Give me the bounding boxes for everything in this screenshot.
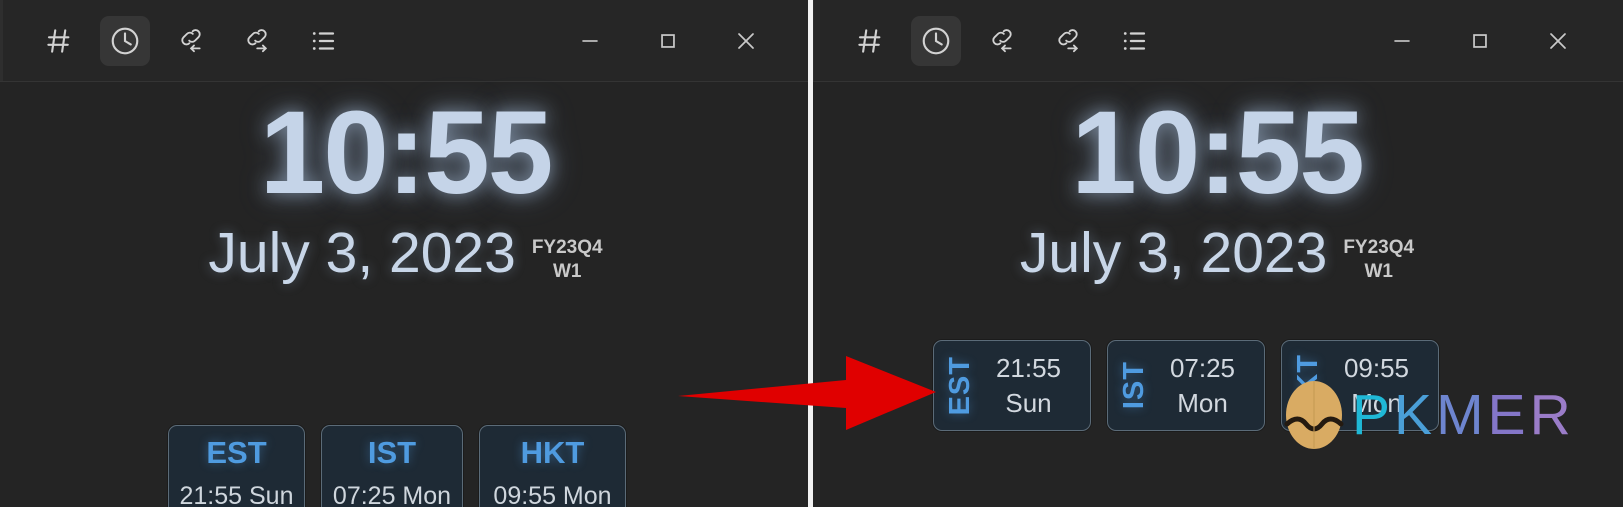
timezone-card[interactable]: EST 21:55 Sun xyxy=(933,340,1091,431)
timezone-card[interactable]: IST 07:25 Mon xyxy=(1107,340,1265,431)
clock-icon[interactable] xyxy=(100,15,150,66)
maximize-button[interactable] xyxy=(1457,18,1503,64)
timezone-card[interactable]: HKT 09:55 Mon xyxy=(479,425,626,507)
hash-icon[interactable] xyxy=(845,16,895,66)
screenshot-root: 10:55 July 3, 2023 FY23Q4 W1 EST 21:55 S… xyxy=(0,0,1623,507)
window-controls-left xyxy=(567,18,769,64)
timezone-time: 09:55 Mon xyxy=(493,481,612,507)
timezone-abbr: IST xyxy=(1118,361,1150,410)
watermark-letter: M xyxy=(1436,382,1488,447)
date-row: July 3, 2023 FY23Q4 W1 xyxy=(1020,222,1414,285)
fiscal-badge: FY23Q4 W1 xyxy=(1343,236,1414,284)
timezone-abbr: EST xyxy=(206,435,267,471)
watermark: PKMER xyxy=(1282,378,1575,452)
link-back-icon[interactable] xyxy=(166,16,216,66)
link-forward-icon[interactable] xyxy=(1043,16,1093,66)
timezone-row-left: EST 21:55 Sun IST 07:25 Mon HKT 09:55 Mo… xyxy=(168,425,626,507)
link-back-icon[interactable] xyxy=(977,16,1027,66)
watermark-letter: E xyxy=(1487,382,1530,447)
timezone-abbr: IST xyxy=(367,435,417,471)
current-time: 10:55 xyxy=(1071,87,1365,219)
pkmer-logo-icon xyxy=(1282,378,1346,452)
titlebar-left xyxy=(0,0,811,82)
timezone-values: 21:55 Sun xyxy=(975,353,1082,419)
list-icon[interactable] xyxy=(298,16,348,66)
minimize-button[interactable] xyxy=(1379,18,1425,64)
toolbar-left xyxy=(34,15,348,66)
titlebar-right xyxy=(811,0,1623,82)
current-date: July 3, 2023 xyxy=(1019,220,1328,285)
timezone-card[interactable]: IST 07:25 Mon xyxy=(321,425,463,507)
watermark-letter: P xyxy=(1352,382,1395,447)
minimize-button[interactable] xyxy=(567,18,613,64)
timezone-abbr: EST xyxy=(944,355,976,416)
timezone-time: 21:55 xyxy=(995,352,1062,383)
timezone-card[interactable]: EST 21:55 Sun xyxy=(168,425,305,507)
maximize-button[interactable] xyxy=(645,18,691,64)
annotation-arrow-icon xyxy=(678,352,938,434)
toolbar-right xyxy=(845,15,1159,66)
clock-body-left: 10:55 July 3, 2023 FY23Q4 W1 EST 21:55 S… xyxy=(0,82,811,507)
current-time: 10:55 xyxy=(259,87,554,219)
current-date: July 3, 2023 xyxy=(208,220,516,285)
timezone-day: Sun xyxy=(1005,387,1052,418)
watermark-letter: K xyxy=(1394,382,1437,447)
fiscal-week: W1 xyxy=(552,260,582,282)
hash-icon[interactable] xyxy=(34,16,84,66)
clock-display-left: 10:55 July 3, 2023 FY23Q4 W1 xyxy=(0,87,811,285)
timezone-day: Mon xyxy=(1177,387,1228,418)
timezone-time: 21:55 Sun xyxy=(179,481,294,507)
link-forward-icon[interactable] xyxy=(232,16,282,66)
timezone-values: 07:25 Mon xyxy=(1149,353,1256,419)
fiscal-quarter: FY23Q4 xyxy=(1343,236,1415,258)
clock-display-right: 10:55 July 3, 2023 FY23Q4 W1 xyxy=(811,87,1623,285)
fiscal-quarter: FY23Q4 xyxy=(531,236,603,258)
clock-icon[interactable] xyxy=(911,15,961,66)
timezone-time: 07:25 xyxy=(1169,352,1236,383)
timezone-abbr: HKT xyxy=(520,435,585,471)
close-button[interactable] xyxy=(1535,18,1581,64)
list-icon[interactable] xyxy=(1109,16,1159,66)
watermark-letter: R xyxy=(1529,382,1575,447)
fiscal-week: W1 xyxy=(1364,260,1393,282)
close-button[interactable] xyxy=(723,18,769,64)
watermark-text: PKMER xyxy=(1352,382,1575,447)
window-controls-right xyxy=(1379,18,1581,64)
timezone-time: 07:25 Mon xyxy=(332,481,452,507)
date-row: July 3, 2023 FY23Q4 W1 xyxy=(208,222,602,285)
fiscal-badge: FY23Q4 W1 xyxy=(532,236,603,284)
